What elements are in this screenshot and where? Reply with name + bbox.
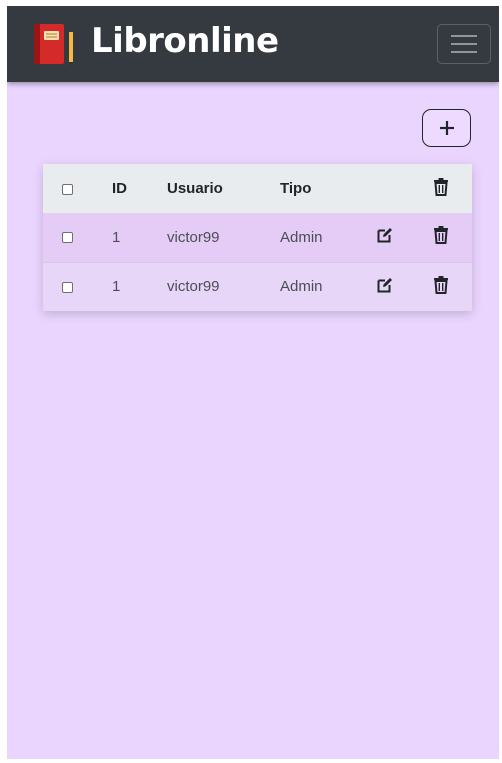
column-header-tipo: Tipo bbox=[280, 180, 312, 197]
page: Libronline ID Usuario Tipo 1 victor99 Ad… bbox=[7, 6, 499, 759]
cell-id: 1 bbox=[112, 261, 167, 311]
add-user-button[interactable] bbox=[422, 109, 471, 147]
table-row: 1 victor99 Admin bbox=[43, 261, 472, 311]
hamburger-menu-icon bbox=[451, 35, 477, 37]
book-icon bbox=[31, 22, 81, 71]
users-table: ID Usuario Tipo 1 victor99 Admin 1 victo… bbox=[43, 164, 472, 311]
row-checkbox[interactable] bbox=[62, 281, 73, 293]
cell-usuario: victor99 bbox=[167, 261, 280, 311]
table-row: 1 victor99 Admin bbox=[43, 213, 472, 262]
cell-id: 1 bbox=[112, 228, 121, 246]
column-header-id: ID bbox=[112, 180, 127, 197]
select-all-checkbox[interactable] bbox=[62, 183, 73, 195]
trash-icon[interactable] bbox=[433, 177, 449, 200]
brand-name[interactable]: Libronline bbox=[91, 21, 279, 61]
menu-toggle-button[interactable] bbox=[437, 24, 491, 64]
cell-tipo: Admin bbox=[280, 261, 377, 311]
cell-tipo: Admin bbox=[280, 228, 323, 246]
table-header-row: ID Usuario Tipo bbox=[43, 164, 472, 213]
trash-icon[interactable] bbox=[433, 226, 449, 248]
edit-icon[interactable] bbox=[377, 277, 393, 297]
row-checkbox[interactable] bbox=[62, 232, 73, 244]
trash-icon[interactable] bbox=[433, 275, 449, 298]
plus-icon bbox=[439, 121, 454, 135]
navbar: Libronline bbox=[7, 6, 499, 82]
edit-icon[interactable] bbox=[377, 227, 393, 247]
column-header-usuario: Usuario bbox=[167, 180, 223, 197]
cell-usuario: victor99 bbox=[167, 228, 220, 246]
